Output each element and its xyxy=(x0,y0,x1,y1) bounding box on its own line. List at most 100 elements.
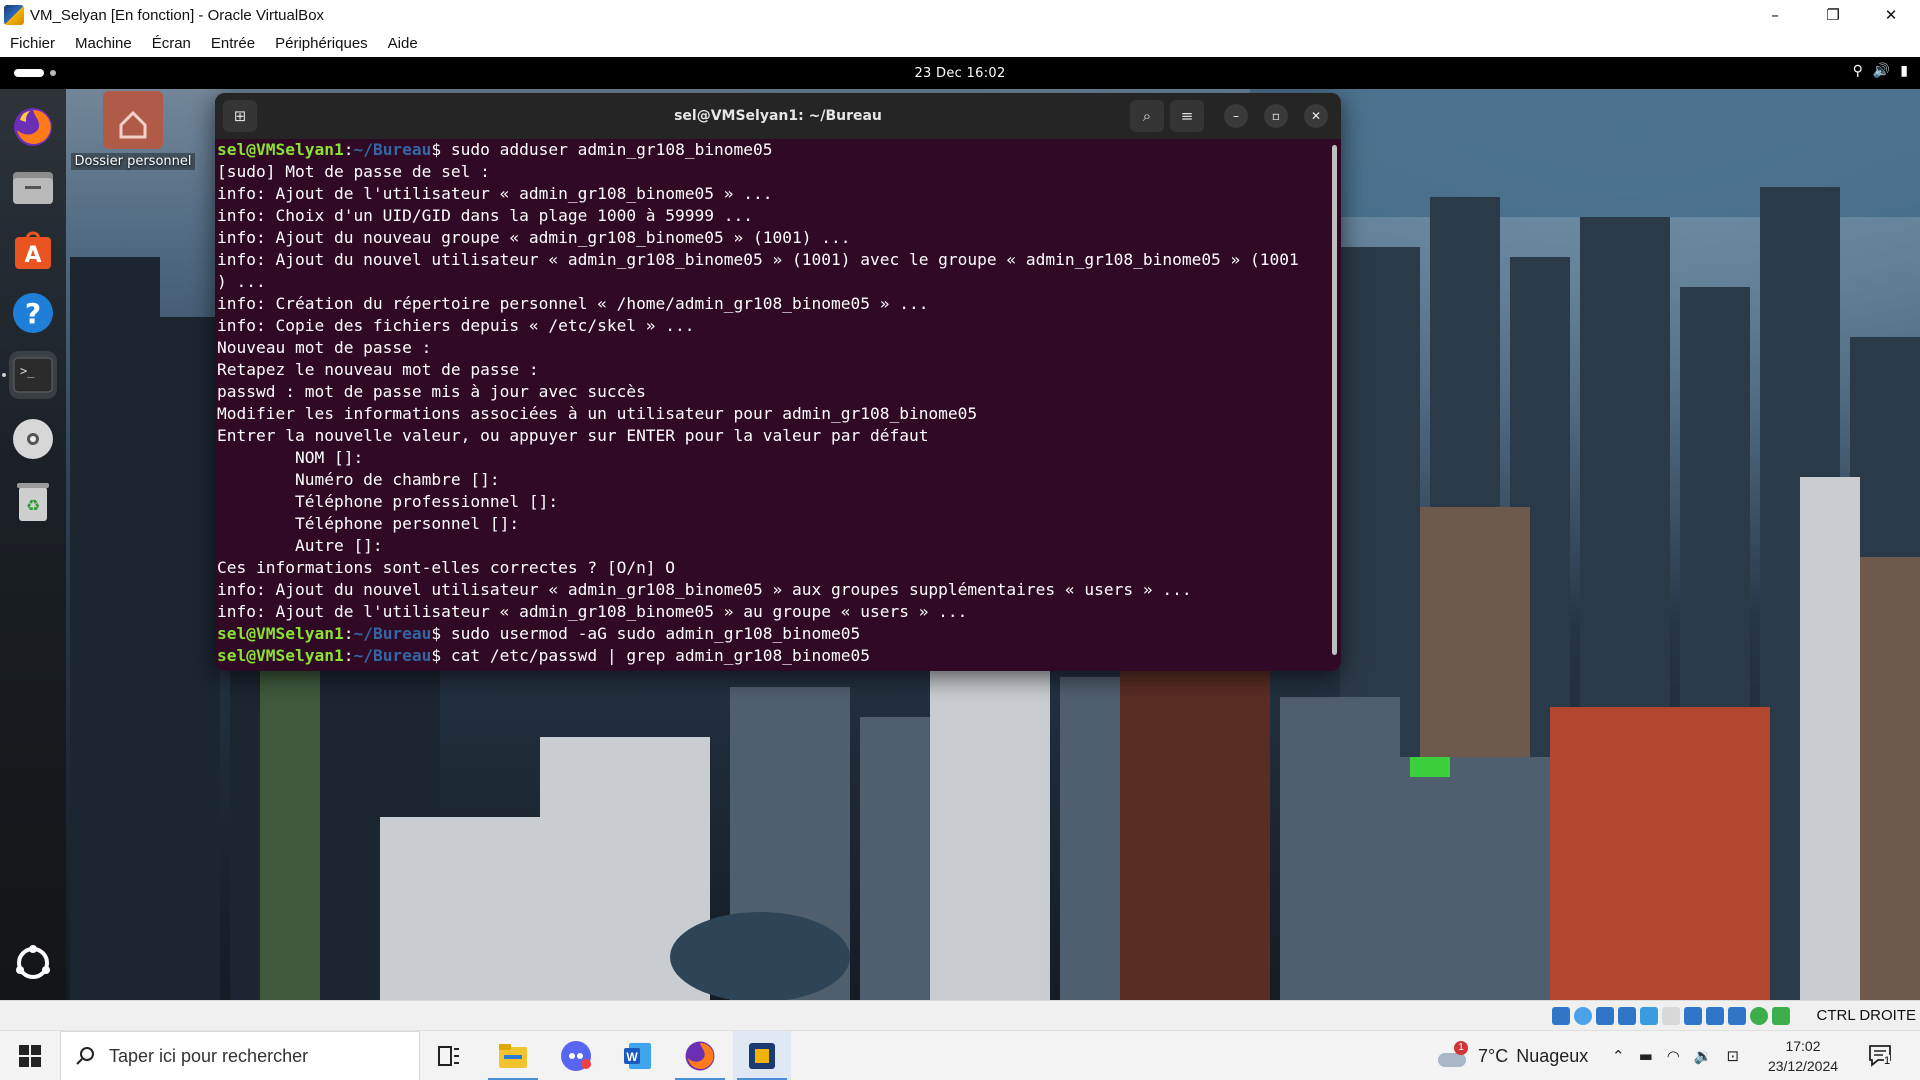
host-key-label[interactable]: CTRL DROITE xyxy=(1817,1007,1916,1024)
menu-fichier[interactable]: Fichier xyxy=(10,35,55,52)
ubuntu-dock: A ? >_ ♻ xyxy=(0,89,66,1000)
terminal-output-line: Retapez le nouveau mot de passe : xyxy=(217,360,539,379)
prompt-separator: : xyxy=(343,140,354,159)
terminal-running-indicator xyxy=(2,373,6,377)
hdd-status-icon[interactable] xyxy=(1552,1007,1570,1025)
terminal-output-line: info: Ajout du nouveau groupe « admin_gr… xyxy=(217,228,851,247)
terminal-window[interactable]: ⊞ sel@VMSelyan1: ~/Bureau ⌕ ≡ – ▫ ✕ sel@… xyxy=(215,93,1341,671)
prompt-user: sel@VMSelyan1 xyxy=(217,140,344,159)
guest-screen[interactable]: 23 Dec 16:02 ⚲ 🔊 ▮ A ? >_ ♻ Dossier pers… xyxy=(0,57,1920,1000)
new-tab-button[interactable]: ⊞ xyxy=(223,100,257,132)
terminal-maximize-button[interactable]: ▫ xyxy=(1264,104,1288,128)
virtualbox-taskbar-button[interactable] xyxy=(733,1031,791,1080)
speaker-icon[interactable]: 🔉 xyxy=(1694,1047,1713,1065)
search-icon xyxy=(76,1047,94,1065)
cpu-status-icon[interactable] xyxy=(1728,1007,1746,1025)
home-folder-desktop-icon[interactable]: Dossier personnel xyxy=(68,91,198,170)
terminal-prompt-line: sel@VMSelyan1:~/Bureau$ cat /etc/passwd … xyxy=(217,645,1341,667)
audio-status-icon[interactable] xyxy=(1596,1007,1614,1025)
vbox-menubar: Fichier Machine Écran Entrée Périphériqu… xyxy=(0,30,1920,57)
system-tray[interactable]: ⚲ 🔊 ▮ xyxy=(1853,63,1908,79)
file-explorer-button[interactable] xyxy=(484,1031,542,1080)
show-apps-icon xyxy=(16,945,50,979)
volume-icon: 🔊 xyxy=(1872,63,1891,79)
firefox-taskbar-button[interactable] xyxy=(671,1031,729,1080)
wifi-icon[interactable]: ◠ xyxy=(1667,1047,1680,1065)
menu-peripheriques[interactable]: Périphériques xyxy=(275,35,368,52)
gnome-clock[interactable]: 23 Dec 16:02 xyxy=(914,66,1005,81)
discord-button[interactable] xyxy=(547,1031,605,1080)
battery-icon: ▮ xyxy=(1900,63,1908,79)
firefox-icon xyxy=(685,1041,715,1071)
files-dock-item[interactable] xyxy=(9,163,57,211)
discord-icon xyxy=(561,1041,591,1071)
mouse-integration-status-icon[interactable] xyxy=(1772,1007,1790,1025)
command-text: cat /etc/passwd | grep admin_gr108_binom… xyxy=(450,646,870,665)
home-folder-label: Dossier personnel xyxy=(71,153,195,170)
terminal-minimize-button[interactable]: – xyxy=(1224,104,1248,128)
notification-count: 1 xyxy=(1884,1055,1891,1067)
terminal-icon: >_ xyxy=(13,357,53,393)
taskbar-clock[interactable]: 17:02 23/12/2024 xyxy=(1760,1036,1846,1076)
network-status-icon[interactable] xyxy=(1618,1007,1636,1025)
help-dock-item[interactable]: ? xyxy=(9,289,57,337)
menu-ecran[interactable]: Écran xyxy=(152,35,191,52)
menu-entree[interactable]: Entrée xyxy=(211,35,255,52)
optical-disc-icon xyxy=(13,419,53,459)
terminal-output-line: Autre []: xyxy=(217,536,383,555)
weather-widget[interactable]: 1 7°C Nuageux xyxy=(1436,1031,1588,1080)
firefox-dock-item[interactable] xyxy=(9,103,57,151)
search-button[interactable]: ⌕ xyxy=(1130,100,1164,132)
virtualbox-icon xyxy=(749,1043,775,1069)
trash-dock-item[interactable]: ♻ xyxy=(9,477,57,525)
terminal-output-line: info: Ajout du nouvel utilisateur « admi… xyxy=(217,250,1299,269)
terminal-close-button[interactable]: ✕ xyxy=(1304,104,1328,128)
activities-button[interactable] xyxy=(14,69,56,77)
app-center-icon: A xyxy=(15,231,51,269)
menu-button[interactable]: ≡ xyxy=(1170,100,1204,132)
menu-machine[interactable]: Machine xyxy=(75,35,132,52)
terminal-output-line: Nouveau mot de passe : xyxy=(217,338,432,357)
terminal-output-line: info: Création du répertoire personnel «… xyxy=(217,294,929,313)
restore-button[interactable]: ❐ xyxy=(1804,0,1862,30)
clock-date: 23/12/2024 xyxy=(1767,1058,1839,1074)
device-icon[interactable]: ⊡ xyxy=(1727,1047,1740,1065)
usb-status-icon[interactable] xyxy=(1640,1007,1658,1025)
maximize-icon: ▫ xyxy=(1271,109,1281,123)
terminal-output[interactable]: sel@VMSelyan1:~/Bureau$ sudo adduser adm… xyxy=(215,139,1341,671)
terminal-headerbar[interactable]: ⊞ sel@VMSelyan1: ~/Bureau ⌕ ≡ – ▫ ✕ xyxy=(215,93,1341,139)
app-center-dock-item[interactable]: A xyxy=(9,227,57,275)
recording-status-icon[interactable] xyxy=(1706,1007,1724,1025)
vbox-statusbar: CTRL DROITE xyxy=(0,1000,1920,1030)
workspace-dot xyxy=(50,70,56,76)
close-button[interactable]: ✕ xyxy=(1862,0,1920,30)
terminal-output-line: info: Choix d'un UID/GID dans la plage 1… xyxy=(217,206,754,225)
task-view-button[interactable] xyxy=(420,1031,478,1080)
prompt-separator: : xyxy=(343,646,354,665)
weather-description: Nuageux xyxy=(1516,1045,1589,1066)
taskbar-search-box[interactable]: Taper ici pour rechercher xyxy=(60,1031,420,1080)
command-text: sudo adduser admin_gr108_binome05 xyxy=(450,140,773,159)
menu-aide[interactable]: Aide xyxy=(388,35,418,52)
shared-folders-status-icon[interactable] xyxy=(1662,1007,1680,1025)
home-folder-icon xyxy=(103,91,163,149)
show-apps-button[interactable] xyxy=(9,939,57,987)
minimize-button[interactable]: – xyxy=(1746,0,1804,30)
display-status-icon[interactable] xyxy=(1684,1007,1702,1025)
word-button[interactable]: W xyxy=(609,1031,667,1080)
chevron-up-icon[interactable]: ⌃ xyxy=(1612,1047,1625,1065)
notification-center-button[interactable]: 1 xyxy=(1866,1041,1896,1071)
terminal-dock-item[interactable]: >_ xyxy=(9,351,57,399)
disc-dock-item[interactable] xyxy=(9,415,57,463)
terminal-scrollbar[interactable] xyxy=(1332,145,1337,655)
windows-taskbar: Taper ici pour rechercher W 1 7°C Nuageu… xyxy=(0,1030,1920,1080)
optical-status-icon[interactable] xyxy=(1574,1007,1592,1025)
svg-text:♻: ♻ xyxy=(26,496,40,515)
prompt-dollar: $ xyxy=(431,624,451,643)
start-button[interactable] xyxy=(0,1031,60,1080)
battery-icon[interactable]: ▬ xyxy=(1639,1047,1653,1065)
command-text: sudo usermod -aG sudo admin_gr108_binome… xyxy=(450,624,861,643)
vtx-status-icon[interactable] xyxy=(1750,1007,1768,1025)
prompt-path: ~/Bureau xyxy=(353,140,432,159)
terminal-output-line: ) ... xyxy=(217,272,266,291)
